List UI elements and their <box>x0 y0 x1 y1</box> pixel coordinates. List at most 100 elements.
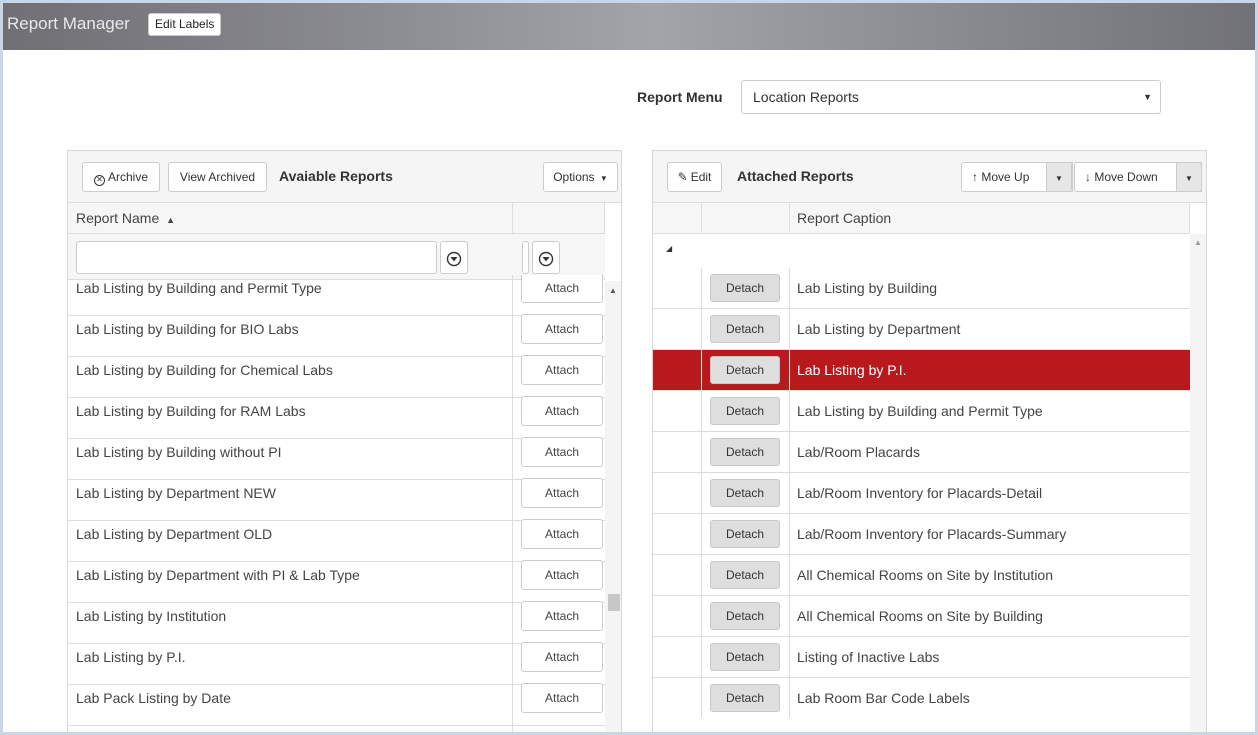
table-row[interactable]: Detach Lab Listing by Building <box>653 268 1190 309</box>
table-row[interactable]: Lab Pack Listing by Date Attach <box>68 683 605 726</box>
detach-button[interactable]: Detach <box>710 643 780 671</box>
caret-down-icon: ▼ <box>1055 174 1063 183</box>
attached-reports-title: Attached Reports <box>737 168 854 184</box>
table-row[interactable]: Detach Lab/Room Placards <box>653 432 1190 473</box>
report-caption-cell: Lab Room Bar Code Labels <box>797 690 970 706</box>
available-scrollbar[interactable]: ▲ <box>605 281 621 732</box>
report-caption-cell: Lab/Room Placards <box>797 444 920 460</box>
report-name-filter-input[interactable] <box>76 241 437 274</box>
options-button-label: Options <box>553 170 595 184</box>
scrollbar-thumb[interactable] <box>608 594 620 611</box>
report-caption-cell: Lab Listing by P.I. <box>797 362 907 378</box>
filter-row <box>68 234 605 280</box>
report-menu-select[interactable]: Location Reports ▼ <box>741 80 1161 114</box>
attach-button[interactable]: Attach <box>521 478 603 508</box>
column-header-report-caption[interactable]: Report Caption <box>797 203 891 234</box>
detach-button[interactable]: Detach <box>710 315 780 343</box>
table-row[interactable]: Detach Lab Listing by Building and Permit… <box>653 391 1190 432</box>
filter-icon <box>446 251 462 267</box>
column-divider <box>1189 203 1190 234</box>
report-name-header-label: Report Name <box>76 210 160 226</box>
column-divider <box>789 350 790 391</box>
report-name-cell: Lab Listing by P.I. <box>76 649 186 665</box>
scroll-up-arrow-icon[interactable]: ▲ <box>1194 238 1202 247</box>
table-row[interactable]: Detach All Chemical Rooms on Site by Inst… <box>653 555 1190 596</box>
column-header-report-name[interactable]: Report Name ▲ <box>68 203 605 234</box>
view-archived-button[interactable]: View Archived <box>168 162 267 192</box>
table-row[interactable]: Detach Lab Listing by P.I. <box>653 350 1190 391</box>
attached-scrollbar[interactable]: ▲ <box>1190 234 1206 732</box>
table-row[interactable]: Detach All Chemical Rooms on Site by Buil… <box>653 596 1190 637</box>
arrow-up-icon: ↑ <box>972 170 978 184</box>
scroll-up-arrow-icon[interactable]: ▲ <box>609 286 617 295</box>
attach-button[interactable]: Attach <box>521 355 603 385</box>
filter-button[interactable] <box>440 241 468 274</box>
attach-button[interactable]: Attach <box>521 437 603 467</box>
attach-button[interactable]: Attach <box>521 519 603 549</box>
attach-filter-input[interactable] <box>522 241 529 274</box>
edit-button[interactable]: ✎ Edit <box>667 162 722 192</box>
attach-button[interactable]: Attach <box>521 642 603 672</box>
attached-column-header: Report Caption <box>653 203 1190 234</box>
available-reports-panel: ✕ Archive View Archived Avaiable Reports … <box>67 150 622 732</box>
archive-button-label: Archive <box>107 170 148 184</box>
arrow-down-icon: ↓ <box>1085 170 1091 184</box>
column-divider <box>701 473 702 514</box>
table-row[interactable]: Detach Listing of Inactive Labs <box>653 637 1190 678</box>
attach-button[interactable]: Attach <box>521 314 603 344</box>
detach-button[interactable]: Detach <box>710 356 780 384</box>
options-button[interactable]: Options ▼ <box>543 162 618 192</box>
attach-button[interactable]: Attach <box>521 560 603 590</box>
column-divider <box>701 678 702 718</box>
column-divider <box>512 398 513 439</box>
column-divider <box>701 637 702 678</box>
table-row[interactable]: Detach Lab Room Bar Code Labels <box>653 678 1190 718</box>
attach-filter-button[interactable] <box>532 241 560 274</box>
attached-reports-panel: ✎ Edit Attached Reports ↑ Move Up ▼ ↓ Mov… <box>652 150 1207 732</box>
edit-button-label: Edit <box>690 170 712 184</box>
attach-button[interactable]: Attach <box>521 683 603 713</box>
detach-button[interactable]: Detach <box>710 397 780 425</box>
report-menu-value: Location Reports <box>753 89 859 105</box>
attach-button[interactable]: Attach <box>521 275 603 303</box>
attach-button[interactable]: Attach <box>521 396 603 426</box>
column-divider <box>701 555 702 596</box>
report-name-cell: Lab Listing by Department OLD <box>76 526 273 542</box>
column-divider <box>789 637 790 678</box>
report-name-cell: Lab Listing by Building without PI <box>76 444 282 460</box>
column-divider <box>701 268 702 309</box>
caret-down-icon: ▼ <box>1185 174 1193 183</box>
table-row[interactable]: Detach Lab Listing by Department <box>653 309 1190 350</box>
move-up-dropdown-toggle[interactable]: ▼ <box>1046 162 1072 192</box>
column-divider <box>701 391 702 432</box>
edit-labels-button[interactable]: Edit Labels <box>148 13 222 36</box>
detach-button[interactable]: Detach <box>710 561 780 589</box>
move-down-dropdown-toggle[interactable]: ▼ <box>1176 162 1202 192</box>
column-divider <box>701 596 702 637</box>
group-row[interactable]: ◢ <box>653 234 1190 268</box>
report-caption-cell: Lab/Room Inventory for Placards-Detail <box>797 485 1043 501</box>
table-row[interactable]: Detach Lab/Room Inventory for Placards-Su… <box>653 514 1190 555</box>
column-divider <box>512 603 513 644</box>
available-reports-header: ✕ Archive View Archived Avaiable Reports … <box>68 151 621 203</box>
detach-button[interactable]: Detach <box>710 479 780 507</box>
report-caption-cell: Listing of Inactive Labs <box>797 649 940 665</box>
detach-button[interactable]: Detach <box>710 602 780 630</box>
column-divider <box>512 316 513 357</box>
table-row[interactable]: Detach Lab/Room Inventory for Placards-De… <box>653 473 1190 514</box>
column-divider <box>789 203 790 234</box>
report-name-cell: Lab Listing by Building for Chemical Lab… <box>76 362 333 378</box>
detach-button[interactable]: Detach <box>710 520 780 548</box>
attached-reports-header: ✎ Edit Attached Reports ↑ Move Up ▼ ↓ Mov… <box>653 151 1206 203</box>
archive-button[interactable]: ✕ Archive <box>82 162 160 192</box>
detach-button[interactable]: Detach <box>710 274 780 302</box>
attach-button[interactable]: Attach <box>521 601 603 631</box>
report-caption-cell: All Chemical Rooms on Site by Institutio… <box>797 567 1053 583</box>
column-divider <box>512 685 513 726</box>
report-caption-cell: All Chemical Rooms on Site by Building <box>797 608 1043 624</box>
detach-button[interactable]: Detach <box>710 684 780 712</box>
attached-reports-list: Detach Lab Listing by Building Detach Lab L… <box>653 268 1190 718</box>
column-divider <box>789 473 790 514</box>
detach-button[interactable]: Detach <box>710 438 780 466</box>
collapse-arrow-icon[interactable]: ◢ <box>666 244 672 253</box>
